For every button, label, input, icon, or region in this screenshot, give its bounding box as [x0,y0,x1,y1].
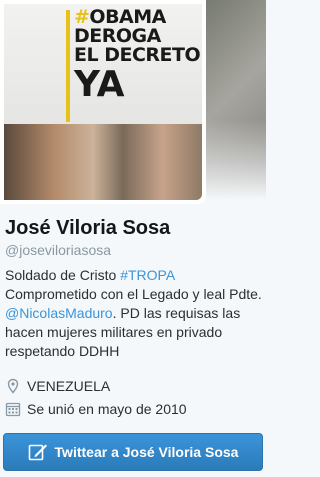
tweet-to-button[interactable]: Twittear a José Viloria Sosa [3,433,263,471]
profile-avatar[interactable]: #OBAMA DEROGA EL DECRETO YA [0,0,206,204]
poster-text: #OBAMA DEROGA EL DECRETO YA [74,8,201,105]
calendar-icon [5,401,21,417]
bio-mention-link[interactable]: @NicolasMaduro [5,305,113,321]
poster-line-3: EL DECRETO [74,44,201,66]
poster-line-4: YA [74,64,125,105]
location-text: VENEZUELA [27,378,111,394]
joined-text: Se unió en mayo de 2010 [27,401,187,417]
avatar-photo [4,124,202,200]
profile-handle[interactable]: @joseviloriasosa [5,242,111,258]
poster-yellow-bar [66,10,70,122]
tweet-to-label: Twittear a José Viloria Sosa [54,444,239,460]
location-pin-icon [5,378,21,394]
profile-join-date: Se unió en mayo de 2010 [5,401,187,417]
bio-text-1: Soldado de Cristo [5,267,121,283]
bio-text-2: Comprometido con el Legado y leal Pdte. [5,286,262,302]
bio-hashtag-link[interactable]: #TROPA [120,267,174,283]
avatar-image: #OBAMA DEROGA EL DECRETO YA [4,4,202,200]
profile-bio: Soldado de Cristo #TROPA Comprometido co… [5,266,263,361]
compose-tweet-icon [28,442,48,462]
profile-location: VENEZUELA [5,378,110,394]
profile-name[interactable]: José Viloria Sosa [5,217,170,240]
